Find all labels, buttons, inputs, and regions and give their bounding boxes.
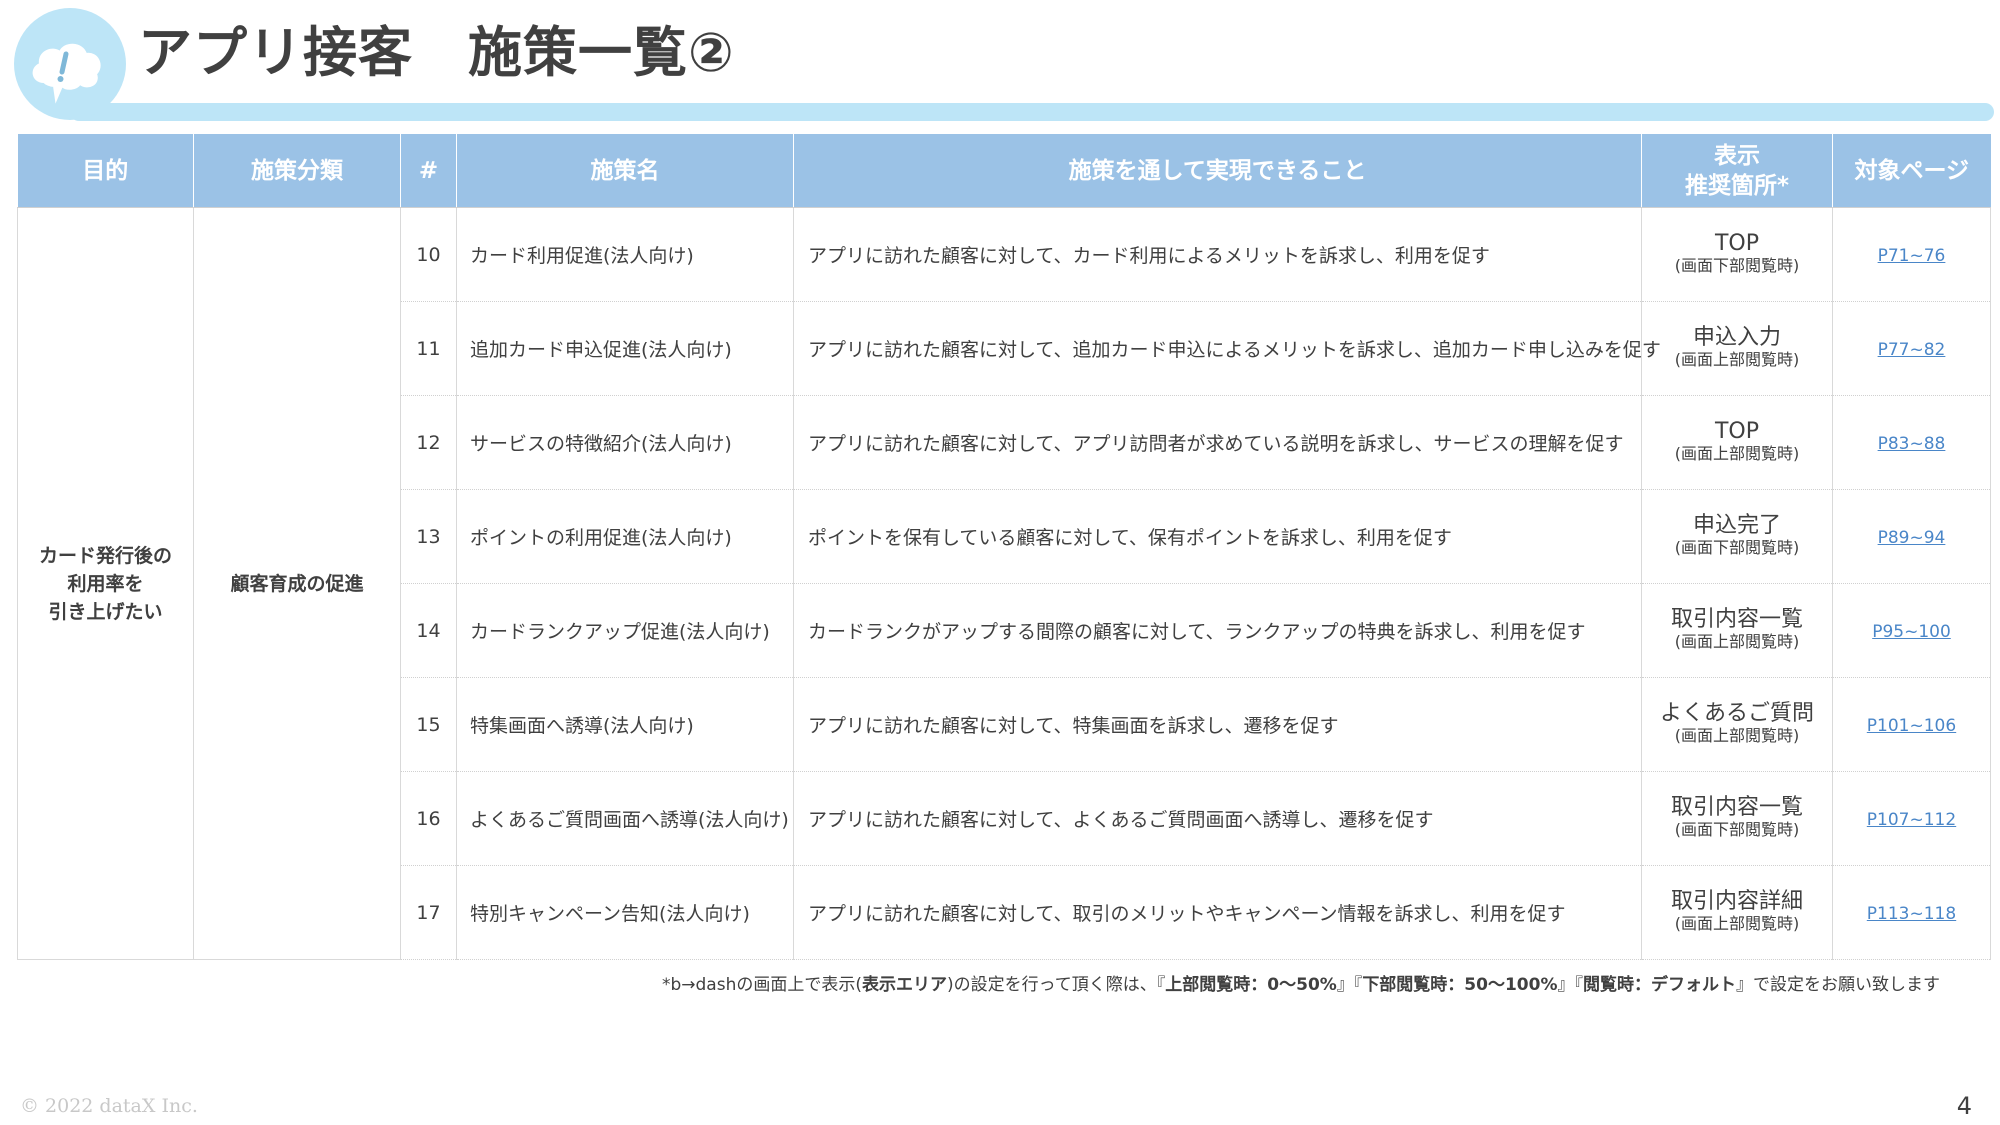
target-page-link[interactable]: P107~112 [1867,810,1956,830]
header-display-line1: 表示 [1714,142,1760,169]
measure-name: よくあるご質問画面へ誘導(法人向け) [456,771,794,866]
header-name: 施策名 [456,134,794,208]
location-main: TOP [1714,418,1760,444]
target-page-cell: P101~106 [1832,677,1991,772]
display-location: 申込入力 (画面上部閲覧時) [1641,301,1833,396]
row-number: 14 [400,583,457,678]
location-main: 申込入力 [1692,324,1781,350]
measures-table-wrap: 目的 施策分類 # 施策名 施策を通して実現できること 表示 推奨箇所* 対象ペ… [17,134,1991,960]
header-number: # [400,134,457,208]
target-page-link[interactable]: P95~100 [1872,622,1951,642]
measure-description: アプリに訪れた顧客に対して、取引のメリットやキャンペーン情報を訴求し、利用を促す [793,865,1642,960]
target-page-cell: P77~82 [1832,301,1991,396]
header-purpose: 目的 [17,134,194,208]
target-page-link[interactable]: P71~76 [1878,246,1946,266]
footnote-part1: *b→dashの画面上で表示( [661,975,862,995]
target-page-cell: P89~94 [1832,489,1991,584]
row-number: 15 [400,677,457,772]
purpose-line2: 利用率を [67,572,144,595]
display-location: 取引内容一覧 (画面下部閲覧時) [1641,771,1833,866]
measure-name: 特別キャンペーン告知(法人向け) [456,865,794,960]
location-main: 取引内容一覧 [1670,606,1803,632]
location-sub: (画面上部閲覧時) [1674,631,1800,651]
header-target-page: 対象ページ [1832,134,1991,208]
footnote-part5: 』で設定をお願い致します [1736,975,1940,995]
measures-table: 目的 施策分類 # 施策名 施策を通して実現できること 表示 推奨箇所* 対象ペ… [17,134,1991,960]
footnote-bold3: 下部閲覧時：50〜100% [1362,975,1558,995]
measure-description: カードランクがアップする間際の顧客に対して、ランクアップの特典を訴求し、利用を促… [793,583,1642,678]
measure-name: 特集画面へ誘導(法人向け) [456,677,794,772]
display-location: 申込完了 (画面下部閲覧時) [1641,489,1833,584]
table-header-row: 目的 施策分類 # 施策名 施策を通して実現できること 表示 推奨箇所* 対象ペ… [17,134,1991,208]
measure-name: カードランクアップ促進(法人向け) [456,583,794,678]
target-page-cell: P95~100 [1832,583,1991,678]
measure-name: ポイントの利用促進(法人向け) [456,489,794,584]
footnote-part2: )の設定を行って頂く際は、『 [946,975,1166,995]
header-display: 表示 推奨箇所* [1641,134,1833,208]
footnote-bold2: 上部閲覧時：0〜50% [1165,975,1337,995]
measure-name: サービスの特徴紹介(法人向け) [456,395,794,490]
target-page-link[interactable]: P113~118 [1867,904,1956,924]
row-number: 11 [400,301,457,396]
location-sub: (画面上部閲覧時) [1674,443,1800,463]
target-page-cell: P113~118 [1832,865,1991,960]
measure-description: アプリに訪れた顧客に対して、特集画面を訴求し、遷移を促す [793,677,1642,772]
purpose-cell: カード発行後の 利用率を 引き上げたい [17,207,194,960]
footnote: *b→dashの画面上で表示(表示エリア)の設定を行って頂く際は、『上部閲覧時：… [662,970,1940,995]
footnote-part3: 』『 [1336,975,1363,995]
display-location: よくあるご質問 (画面上部閲覧時) [1641,677,1833,772]
page-number: 4 [1956,1092,1972,1120]
target-page-link[interactable]: P89~94 [1878,528,1946,548]
table-row: カード発行後の 利用率を 引き上げたい 顧客育成の促進 10 カード利用促進(法… [17,207,1991,960]
category-cell: 顧客育成の促進 [193,207,401,960]
display-location: TOP (画面下部閲覧時) [1641,207,1833,302]
location-main: 申込完了 [1692,512,1781,538]
measure-description: ポイントを保有している顧客に対して、保有ポイントを訴求し、利用を促す [793,489,1642,584]
target-page-link[interactable]: P83~88 [1878,434,1946,454]
header-display-line2: 推奨箇所* [1684,172,1790,199]
measure-name: カード利用促進(法人向け) [456,207,794,302]
location-sub: (画面上部閲覧時) [1674,725,1800,745]
row-number: 12 [400,395,457,490]
header-achieve: 施策を通して実現できること [793,134,1642,208]
header-accent-bar [70,103,1994,121]
target-page-link[interactable]: P101~106 [1867,716,1956,736]
copyright: © 2022 dataX Inc. [20,1095,198,1117]
footnote-part4: 』『 [1557,975,1584,995]
target-page-cell: P71~76 [1832,207,1991,302]
location-main: 取引内容詳細 [1670,888,1803,914]
cloud-exclamation-icon [32,43,101,104]
measure-name: 追加カード申込促進(法人向け) [456,301,794,396]
footnote-bold1: 表示エリア [861,975,947,995]
location-sub: (画面下部閲覧時) [1674,819,1800,839]
purpose-line3: 引き上げたい [48,600,163,623]
location-sub: (画面下部閲覧時) [1674,255,1800,275]
location-sub: (画面上部閲覧時) [1674,349,1800,369]
location-main: TOP [1714,230,1760,256]
display-location: 取引内容一覧 (画面上部閲覧時) [1641,583,1833,678]
header-category: 施策分類 [193,134,401,208]
location-sub: (画面下部閲覧時) [1674,537,1800,557]
footnote-bold4: 閲覧時：デフォルト [1583,975,1736,995]
target-page-link[interactable]: P77~82 [1878,340,1946,360]
row-number: 16 [400,771,457,866]
location-main: 取引内容一覧 [1670,794,1803,820]
target-page-cell: P107~112 [1832,771,1991,866]
measure-description: アプリに訪れた顧客に対して、アプリ訪問者が求めている説明を訴求し、サービスの理解… [793,395,1642,490]
target-page-cell: P83~88 [1832,395,1991,490]
display-location: 取引内容詳細 (画面上部閲覧時) [1641,865,1833,960]
measure-description: アプリに訪れた顧客に対して、カード利用によるメリットを訴求し、利用を促す [793,207,1642,302]
row-number: 17 [400,865,457,960]
measure-description: アプリに訪れた顧客に対して、よくあるご質問画面へ誘導し、遷移を促す [793,771,1642,866]
location-sub: (画面上部閲覧時) [1674,913,1800,933]
measure-description: アプリに訪れた顧客に対して、追加カード申込によるメリットを訴求し、追加カード申し… [793,301,1661,396]
row-number: 10 [400,207,457,302]
display-location: TOP (画面上部閲覧時) [1641,395,1833,490]
slide: アプリ接客 施策一覧② 目的 施策分類 # 施策名 施策を通して実現できること [0,0,2000,1125]
location-main: よくあるご質問 [1659,700,1814,726]
page-title: アプリ接客 施策一覧② [138,21,735,84]
purpose-line1: カード発行後の [38,544,172,567]
row-number: 13 [400,489,457,584]
